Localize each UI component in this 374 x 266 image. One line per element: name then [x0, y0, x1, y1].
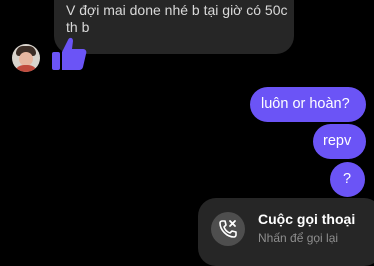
- incoming-message-bubble[interactable]: V đợi mai done nhé b tại giờ có 50c th b: [54, 0, 294, 54]
- missed-call-card[interactable]: Cuộc gọi thoại Nhấn để gọi lại: [198, 198, 374, 266]
- missed-call-icon: [211, 212, 245, 246]
- outgoing-message-text: ?: [343, 171, 352, 187]
- call-subtitle: Nhấn để gọi lại: [258, 231, 339, 245]
- avatar[interactable]: [12, 44, 40, 72]
- thumbs-up-icon[interactable]: [52, 36, 88, 77]
- outgoing-message-text: repv: [323, 133, 352, 149]
- incoming-message-line-2: th b: [66, 19, 90, 35]
- outgoing-message-3[interactable]: ?: [330, 162, 365, 197]
- outgoing-message-text: luôn or hoàn?: [261, 96, 350, 112]
- outgoing-message-1[interactable]: luôn or hoàn?: [250, 87, 366, 122]
- outgoing-message-2[interactable]: repv: [313, 124, 366, 159]
- call-title: Cuộc gọi thoại: [258, 211, 356, 227]
- incoming-message-line-1: V đợi mai done nhé b tại giờ có 50c: [66, 2, 288, 18]
